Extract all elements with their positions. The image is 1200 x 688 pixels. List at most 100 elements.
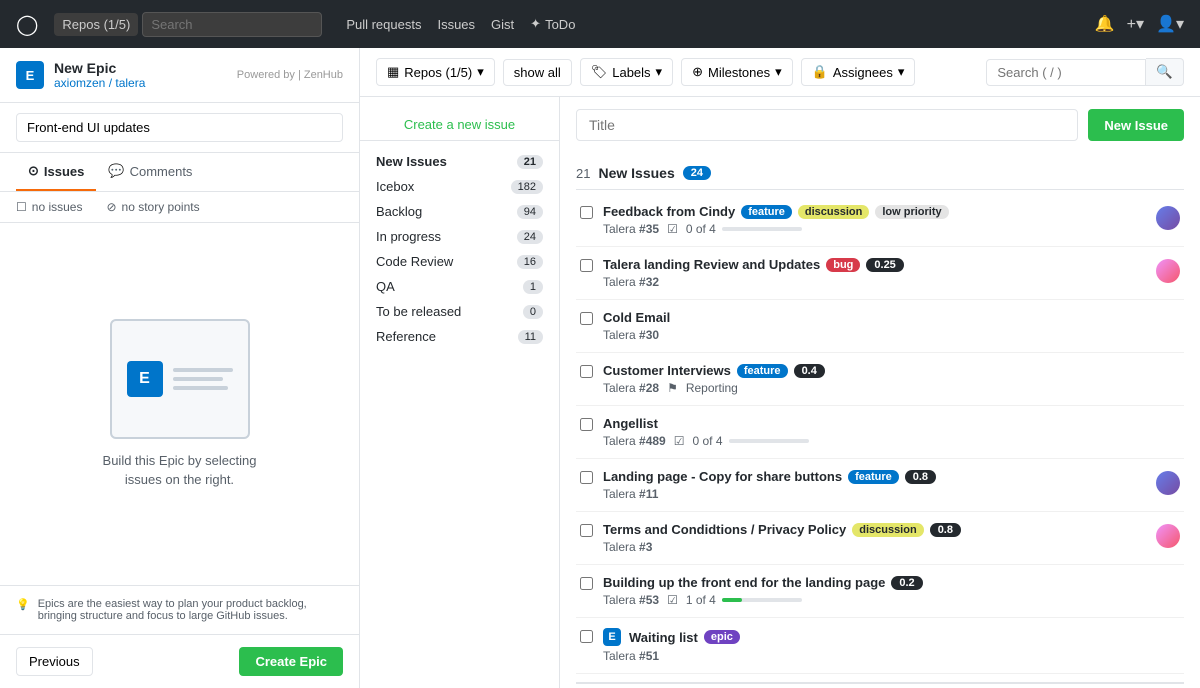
- repo-prefix[interactable]: axiomzen: [54, 76, 105, 90]
- table-row: Feedback from Cindy feature discussion l…: [576, 194, 1184, 247]
- global-search-input[interactable]: [142, 12, 322, 37]
- repo-name[interactable]: talera: [115, 76, 145, 90]
- previous-button[interactable]: Previous: [16, 647, 93, 676]
- label-discussion[interactable]: discussion: [798, 205, 869, 219]
- issue-title[interactable]: Angellist: [603, 416, 658, 431]
- issue-title[interactable]: Feedback from Cindy: [603, 204, 735, 219]
- label-bug[interactable]: bug: [826, 258, 860, 272]
- search-icon: 🔍: [1156, 64, 1173, 79]
- issue-checkbox[interactable]: [580, 312, 593, 325]
- tab-issues[interactable]: ⊙ Issues: [16, 153, 96, 191]
- sidebar-item-code-review[interactable]: Code Review 16: [360, 249, 559, 274]
- icebox-section-header[interactable]: 182 Icebox 152: [576, 682, 1184, 688]
- plus-icon[interactable]: +▾: [1127, 14, 1144, 34]
- label-feature[interactable]: feature: [741, 205, 792, 219]
- epic-inline-icon: E: [603, 628, 621, 646]
- progress-bar-container: 1 of 4: [686, 593, 802, 607]
- epic-title-block: New Epic axiomzen / talera: [54, 60, 145, 90]
- github-logo-icon[interactable]: ◯: [16, 12, 38, 37]
- issue-meta: Talera #51: [603, 649, 1180, 663]
- label-epic[interactable]: epic: [704, 630, 740, 644]
- issue-checkbox[interactable]: [580, 471, 593, 484]
- issue-title[interactable]: Waiting list: [629, 630, 698, 645]
- issue-repo: Talera #51: [603, 649, 659, 663]
- pull-requests-link[interactable]: Pull requests: [346, 17, 421, 32]
- user-avatar-icon[interactable]: 👤▾: [1156, 14, 1184, 34]
- issue-title[interactable]: Talera landing Review and Updates: [603, 257, 820, 272]
- create-issue-link[interactable]: Create a new issue: [360, 109, 559, 141]
- table-row: Customer Interviews feature 0.4 Talera #…: [576, 353, 1184, 406]
- sidebar-item-qa[interactable]: QA 1: [360, 274, 559, 299]
- labels-filter-btn[interactable]: 🏷 Labels ▾: [580, 58, 673, 86]
- issue-content: Landing page - Copy for share buttons fe…: [603, 469, 1146, 501]
- issue-title-row: Cold Email: [603, 310, 1180, 325]
- issue-checkbox[interactable]: [580, 365, 593, 378]
- repos-chevron-icon: ▾: [477, 64, 484, 80]
- issue-repo: Talera #11: [603, 487, 658, 501]
- label-low-priority[interactable]: low priority: [875, 205, 948, 219]
- issue-title[interactable]: Cold Email: [603, 310, 670, 325]
- sidebar-item-to-be-released[interactable]: To be released 0: [360, 299, 559, 324]
- table-row: E Waiting list epic Talera #51: [576, 618, 1184, 674]
- milestone-flag-icon: ⚑: [667, 381, 678, 395]
- assignees-filter-btn[interactable]: 🔒 Assignees ▾: [801, 58, 916, 86]
- show-all-btn[interactable]: show all: [503, 59, 572, 86]
- issue-checkbox[interactable]: [580, 206, 593, 219]
- issue-repo: Talera #53: [603, 593, 659, 607]
- issue-title[interactable]: Landing page - Copy for share buttons: [603, 469, 842, 484]
- progress-text: 1 of 4: [686, 593, 716, 607]
- issue-checkbox[interactable]: [580, 524, 593, 537]
- new-issues-section-header: 21 New Issues 24: [576, 157, 1184, 190]
- sidebar-item-icebox[interactable]: Icebox 182: [360, 174, 559, 199]
- gist-link[interactable]: Gist: [491, 17, 514, 32]
- issues-tab-icon: ⊙: [28, 163, 39, 179]
- milestones-filter-btn[interactable]: ⊕ Milestones ▾: [681, 58, 793, 86]
- points-stat-icon: ⊘: [106, 200, 116, 214]
- issues-search-input[interactable]: [986, 59, 1146, 86]
- issue-checkbox[interactable]: [580, 630, 593, 643]
- label-feature[interactable]: feature: [848, 470, 899, 484]
- ill-lines: [173, 368, 233, 390]
- assignee-icon: 🔒: [812, 64, 828, 80]
- issue-repo: Talera #32: [603, 275, 659, 289]
- board-icon: ▦: [387, 64, 399, 80]
- label-discussion[interactable]: discussion: [852, 523, 923, 537]
- notification-icon[interactable]: 🔔: [1095, 14, 1115, 34]
- progress-text: 0 of 4: [686, 222, 716, 236]
- repos-filter-btn[interactable]: ▦ Repos (1/5) ▾: [376, 58, 495, 86]
- progress-bar-fill: [722, 598, 742, 602]
- tab-comments[interactable]: 💬 Comments: [96, 153, 204, 191]
- todo-link[interactable]: ✦ ToDo: [530, 16, 575, 32]
- label-feature[interactable]: feature: [737, 364, 788, 378]
- sidebar-item-in-progress[interactable]: In progress 24: [360, 224, 559, 249]
- sidebar-item-new-issues[interactable]: New Issues 21: [360, 149, 559, 174]
- issue-checkbox[interactable]: [580, 577, 593, 590]
- score-badge: 0.2: [891, 576, 922, 590]
- table-row: Cold Email Talera #30: [576, 300, 1184, 353]
- progress-bar-bg: [722, 598, 802, 602]
- create-epic-button[interactable]: Create Epic: [239, 647, 343, 676]
- issue-checkbox[interactable]: [580, 259, 593, 272]
- issue-title[interactable]: Terms and Condidtions / Privacy Policy: [603, 522, 846, 537]
- score-badge: 0.8: [930, 523, 961, 537]
- sidebar-item-backlog[interactable]: Backlog 94: [360, 199, 559, 224]
- sidebar-item-reference[interactable]: Reference 11: [360, 324, 559, 349]
- issue-title[interactable]: Building up the front end for the landin…: [603, 575, 885, 590]
- label-icon: 🏷: [591, 64, 608, 80]
- new-issue-title-input[interactable]: [576, 109, 1078, 141]
- issue-repo: Talera #35: [603, 222, 659, 236]
- issues-link[interactable]: Issues: [437, 17, 475, 32]
- progress-bar-bg: [722, 227, 802, 231]
- issue-checkbox[interactable]: [580, 418, 593, 431]
- content-area: Create a new issue New Issues 21 Icebox …: [360, 97, 1200, 688]
- issue-title[interactable]: Customer Interviews: [603, 363, 731, 378]
- epic-icon: E: [16, 61, 44, 89]
- nav-links: Pull requests Issues Gist ✦ ToDo: [346, 16, 575, 32]
- new-issue-button[interactable]: New Issue: [1088, 109, 1184, 141]
- epic-title-input[interactable]: [16, 113, 343, 142]
- todo-star-icon: ✦: [530, 16, 541, 32]
- ill-line-2: [173, 377, 223, 381]
- issue-content: Customer Interviews feature 0.4 Talera #…: [603, 363, 1180, 395]
- table-row: Angellist Talera #489 ☑ 0 of 4: [576, 406, 1184, 459]
- search-submit-button[interactable]: 🔍: [1146, 58, 1184, 86]
